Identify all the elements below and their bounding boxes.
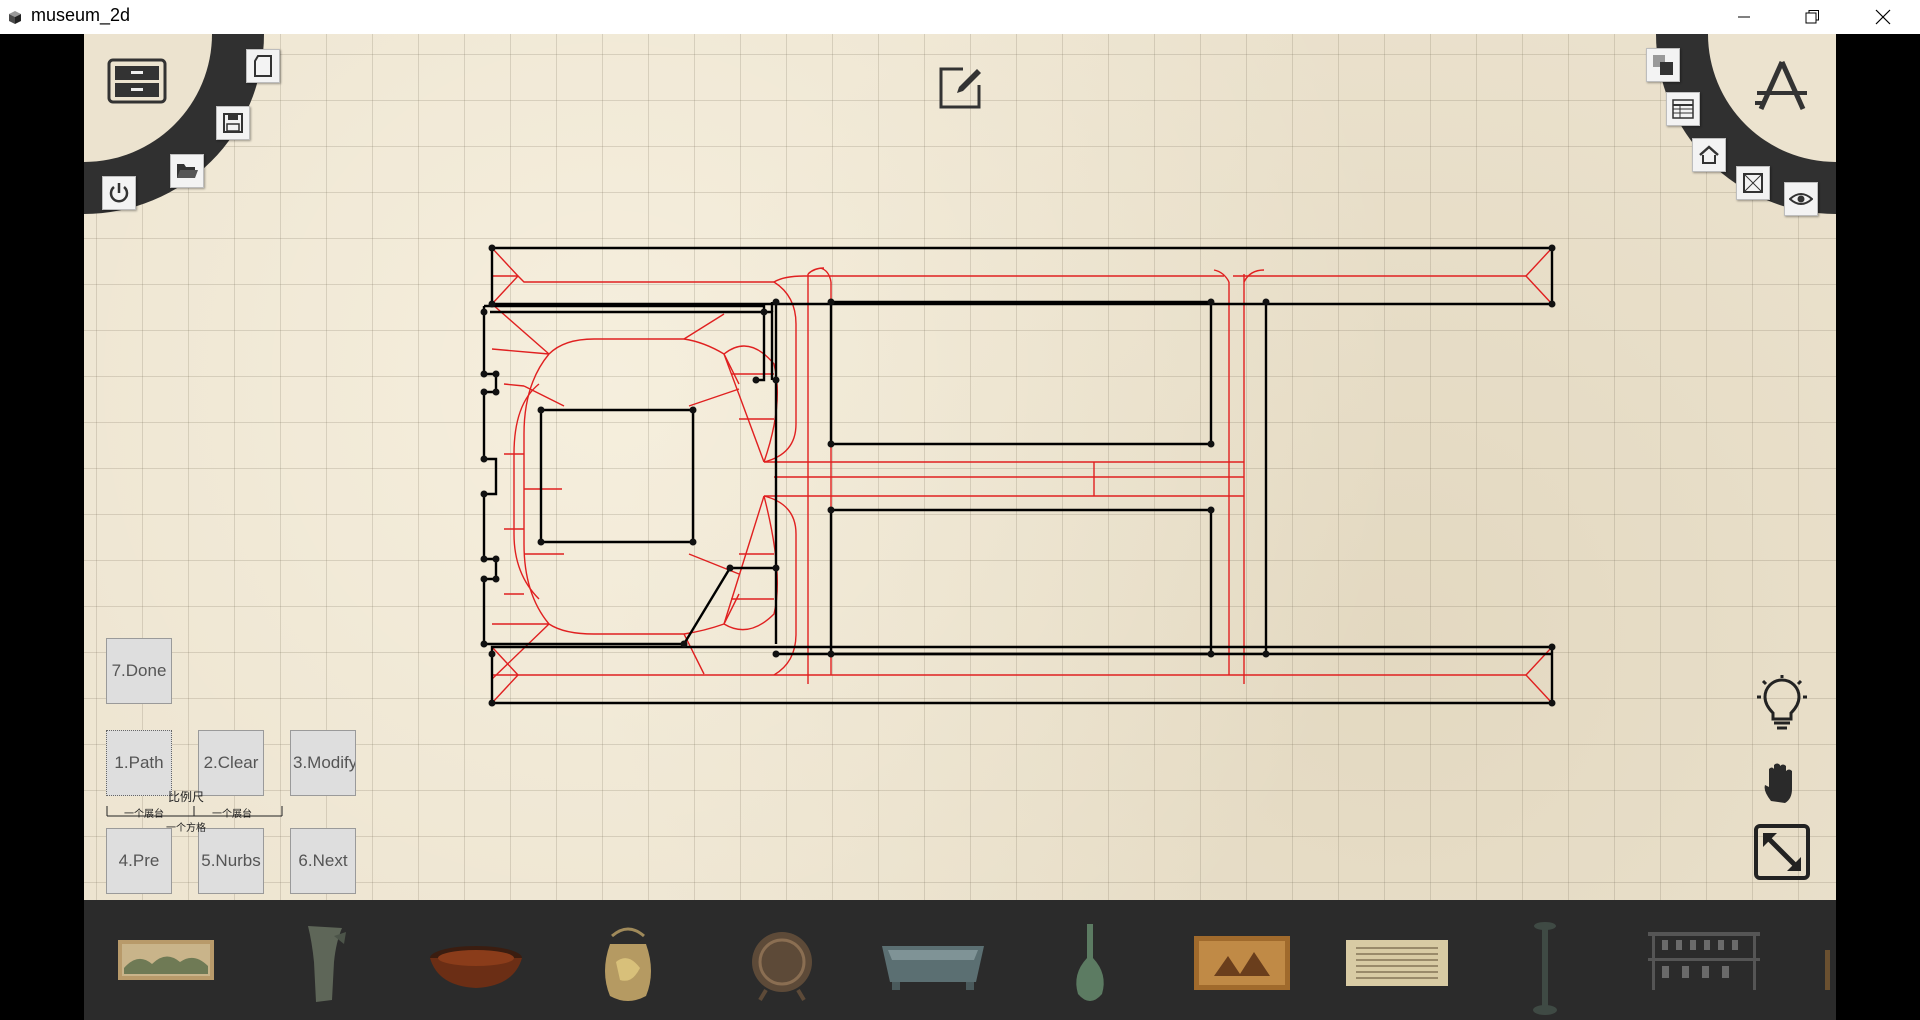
bronze-horn-vessel-icon [308,926,346,1002]
hand-pan-button[interactable] [1756,758,1806,808]
window-title: museum_2d [31,5,131,25]
restore-icon [1805,10,1819,24]
artifact-gilded-pot[interactable] [598,922,658,1006]
minimize-icon [1738,16,1750,18]
artifact-calligraphy-scroll[interactable] [1346,940,1448,986]
artifact-bronze-horn-vessel[interactable] [300,922,350,1006]
lightbulb-button[interactable] [1752,674,1812,734]
scale-left-label: 一个展台 [124,809,164,820]
pre-button[interactable]: 4.Pre [106,828,172,894]
artifact-partial[interactable] [1824,950,1832,990]
clear-button[interactable]: 2.Clear [198,730,264,796]
done-button[interactable]: 7.Done [106,638,172,704]
app-cube-icon [9,11,21,24]
bell-chime-icon [1648,932,1760,990]
minimize-button[interactable] [1715,0,1773,34]
lacquer-bowl-icon [430,946,522,988]
lightbulb-icon [1757,675,1807,730]
framed-painting-icon [1194,936,1290,990]
artifact-bronze-basin[interactable] [878,936,988,992]
gilded-pot-icon [605,927,651,1001]
bronze-lamp-stand-icon [1533,922,1557,1015]
scale-title: 比例尺 [168,790,205,804]
next-button[interactable]: 6.Next [290,828,356,894]
scale-right-label: 一个展台 [212,809,252,820]
artifact-bronze-lamp-stand[interactable] [1532,920,1558,1016]
close-icon [1875,9,1891,25]
nurbs-button[interactable]: 5.Nurbs [198,828,264,894]
scale-grid-label: 一个方格 [166,823,206,834]
restore-button[interactable] [1783,0,1841,34]
wall-lines [482,246,1554,705]
scroll-painting-icon [118,940,214,980]
artifact-framed-painting[interactable] [1194,936,1290,990]
fullscreen-expand-icon [1754,824,1810,880]
artifact-scroll-painting[interactable] [118,938,214,982]
fullscreen-expand-button[interactable] [1752,822,1812,882]
vertex-points [480,244,1556,707]
path-lines [491,247,1553,704]
artifact-bronze-censer[interactable] [744,926,820,1002]
calligraphy-scroll-icon [1346,940,1448,986]
artifact-toolbar [84,900,1836,1020]
hand-pan-icon [1764,763,1792,803]
bronze-basin-icon [882,946,984,990]
artifact-lacquer-bowl[interactable] [428,942,524,990]
path-button[interactable]: 1.Path [106,730,172,796]
modify-button[interactable]: 3.Modify [290,730,356,796]
celadon-vase-icon [1076,924,1104,1001]
artifact-celadon-vase[interactable] [1070,922,1110,1008]
partial-artifact-icon [1825,950,1830,990]
bronze-censer-icon [752,932,812,1002]
artifact-bell-chime[interactable] [1646,928,1762,992]
title-bar: museum_2d [0,0,1920,34]
close-button[interactable] [1854,0,1912,34]
floor-plan-canvas[interactable]: 7.Done 1.Path 2.Clear 3.Modify 4.Pre 5.N… [84,34,1836,900]
